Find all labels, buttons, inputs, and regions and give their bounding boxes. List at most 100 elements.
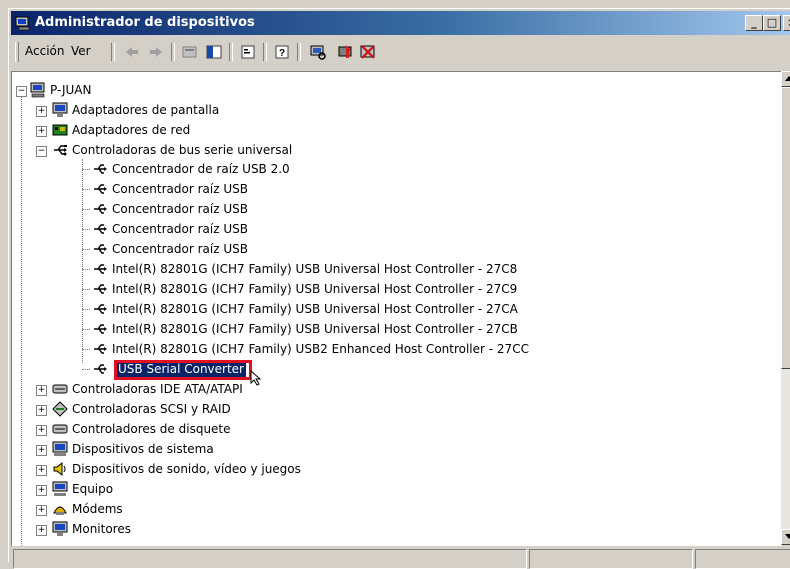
category-label: Dispositivos de sistema — [72, 442, 214, 456]
expander-sound[interactable]: + — [36, 465, 47, 476]
up-icon[interactable] — [181, 43, 199, 61]
tree-line — [82, 309, 90, 310]
tree-line — [82, 349, 90, 350]
device-label: Intel(R) 82801G (ICH7 Family) USB Univer… — [112, 302, 518, 316]
scroll-thumb[interactable] — [781, 87, 790, 369]
usb-icon — [94, 224, 107, 234]
menu-toolbar: Acción Ver ? — [11, 39, 790, 65]
monitor-icon — [52, 521, 68, 536]
properties-icon[interactable] — [239, 43, 257, 61]
expander-ide[interactable]: + — [36, 385, 47, 396]
sound-icon — [53, 461, 66, 477]
usb-icon — [94, 364, 107, 374]
status-bar — [11, 547, 790, 569]
tree-line — [82, 369, 90, 370]
toolbar-separator — [229, 43, 233, 61]
device-label: Concentrador raíz USB — [112, 182, 248, 196]
expander-monitores[interactable]: + — [36, 525, 47, 536]
usb-icon — [94, 184, 107, 194]
title-bar[interactable]: Administrador de dispositivos _ □ × — [11, 11, 790, 35]
expander-usb[interactable]: − — [36, 146, 47, 157]
help-icon[interactable]: ? — [273, 43, 291, 61]
usb-icon — [94, 204, 107, 214]
tree-line — [82, 229, 90, 230]
category-label: Controladores de disquete — [72, 422, 231, 436]
tree-line — [82, 209, 90, 210]
device-label: Concentrador de raíz USB 2.0 — [112, 162, 290, 176]
usb-icon — [94, 324, 107, 334]
toolbar-grip[interactable] — [15, 42, 19, 62]
modem-icon — [53, 506, 67, 515]
monitor-icon — [52, 102, 68, 117]
toolbar-separator — [171, 43, 175, 61]
scan-hardware-icon[interactable] — [309, 43, 327, 61]
arrow-up-icon — [785, 76, 790, 81]
expander-system[interactable]: + — [36, 445, 47, 456]
computer-icon — [52, 481, 68, 496]
tree-line — [82, 329, 90, 330]
update-driver-icon[interactable] — [337, 43, 355, 61]
expander-floppy[interactable]: + — [36, 425, 47, 436]
minimize-button[interactable]: _ — [745, 15, 763, 31]
highlight-box — [114, 360, 252, 380]
category-label: Adaptadores de pantalla — [72, 103, 220, 117]
device-manager-window: Administrador de dispositivos _ □ × Acci… — [8, 8, 790, 569]
toolbar-separator — [297, 43, 301, 61]
expander-modems[interactable]: + — [36, 505, 47, 516]
usb-icon — [94, 284, 107, 294]
close-button[interactable]: × — [783, 15, 790, 31]
usb-icon — [94, 304, 107, 314]
expander-scsi[interactable]: + — [36, 405, 47, 416]
window-title: Administrador de dispositivos — [35, 15, 255, 30]
back-icon[interactable] — [123, 43, 141, 61]
device-label: Intel(R) 82801G (ICH7 Family) USB Univer… — [112, 282, 518, 296]
ide-controller-icon — [52, 384, 68, 394]
category-label: Módems — [72, 502, 123, 516]
category-label: Controladoras de bus serie universal — [72, 143, 293, 157]
toolbar-separator — [111, 43, 115, 61]
device-tree[interactable]: − P-JUAN + Adaptadores de pantalla + Ada… — [11, 71, 782, 546]
uninstall-icon[interactable] — [359, 43, 377, 61]
vertical-scrollbar[interactable] — [781, 71, 790, 545]
tree-line — [82, 169, 90, 170]
category-label: Adaptadores de red — [72, 123, 191, 137]
scsi-icon — [52, 401, 68, 417]
category-label: Monitores — [72, 522, 131, 536]
network-card-icon — [52, 124, 68, 136]
expander-equipo[interactable]: + — [36, 485, 47, 496]
usb-icon — [94, 264, 107, 274]
status-pane-main — [13, 549, 527, 569]
status-pane-secondary — [529, 549, 693, 569]
device-label: Concentrador raíz USB — [112, 222, 248, 236]
forward-icon[interactable] — [147, 43, 165, 61]
usb-icon — [94, 344, 107, 354]
expander-adaptadores-pantalla[interactable]: + — [36, 106, 47, 117]
category-label: Dispositivos de sonido, vídeo y juegos — [72, 462, 301, 476]
usb-icon — [94, 244, 107, 254]
category-label: Controladoras SCSI y RAID — [72, 402, 231, 416]
svg-text:?: ? — [279, 48, 285, 59]
arrow-down-icon — [785, 534, 790, 539]
device-label: Intel(R) 82801G (ICH7 Family) USB2 Enhan… — [112, 342, 529, 356]
show-hide-tree-icon[interactable] — [205, 43, 223, 61]
tree-line — [82, 289, 90, 290]
usb-icon — [94, 164, 107, 174]
device-label: Concentrador raíz USB — [112, 242, 248, 256]
maximize-button[interactable]: □ — [763, 15, 781, 31]
floppy-controller-icon — [52, 424, 68, 434]
menu-ver[interactable]: Ver — [71, 44, 91, 58]
tree-line — [82, 269, 90, 270]
scroll-down-button[interactable] — [781, 529, 790, 545]
mouse-cursor-icon — [250, 370, 262, 386]
category-label: Equipo — [72, 482, 114, 496]
menu-accion[interactable]: Acción — [25, 44, 64, 58]
category-label: Controladoras IDE ATA/ATAPI — [72, 382, 243, 396]
tree-line — [82, 189, 90, 190]
scroll-up-button[interactable] — [781, 71, 790, 87]
tree-line — [82, 249, 90, 250]
usb-icon — [54, 145, 67, 156]
computer-icon — [30, 82, 45, 98]
root-label: P-JUAN — [50, 83, 92, 97]
expander-adaptadores-red[interactable]: + — [36, 126, 47, 137]
system-device-icon — [52, 441, 68, 456]
